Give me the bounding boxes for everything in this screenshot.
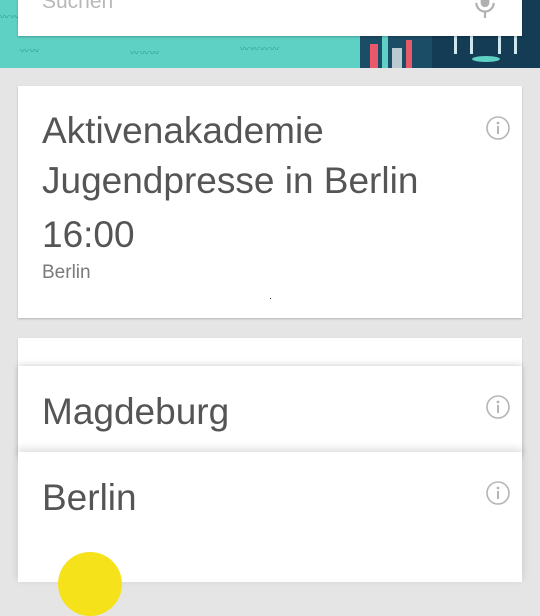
event-location: Berlin xyxy=(42,262,91,283)
weather-city-title: Berlin xyxy=(42,477,137,518)
event-card[interactable]: Aktivenakademie Jugendpresse in Berlin 1… xyxy=(18,86,522,318)
event-title: Aktivenakademie Jugendpresse in Berlin xyxy=(42,110,419,201)
weather-card-berlin[interactable]: Berlin xyxy=(18,452,522,616)
wave-decoration: 〰〰〰〰 xyxy=(240,44,281,54)
microphone-icon[interactable] xyxy=(472,0,498,18)
info-icon[interactable] xyxy=(486,395,510,419)
search-bar[interactable]: Suchen xyxy=(18,0,522,36)
sun-icon xyxy=(58,552,122,616)
wave-decoration: 〰〰〰 xyxy=(130,48,161,58)
event-time: 16:00 xyxy=(42,214,135,255)
weather-card-magdeburg[interactable]: Magdeburg xyxy=(18,366,522,456)
info-icon[interactable] xyxy=(486,481,510,505)
weather-city-title: Magdeburg xyxy=(42,391,230,432)
divider-dot xyxy=(270,298,271,299)
wave-decoration: 〰〰 xyxy=(20,46,41,56)
info-icon[interactable] xyxy=(486,116,510,140)
search-placeholder[interactable]: Suchen xyxy=(42,0,113,14)
collapsed-card[interactable] xyxy=(18,338,522,368)
